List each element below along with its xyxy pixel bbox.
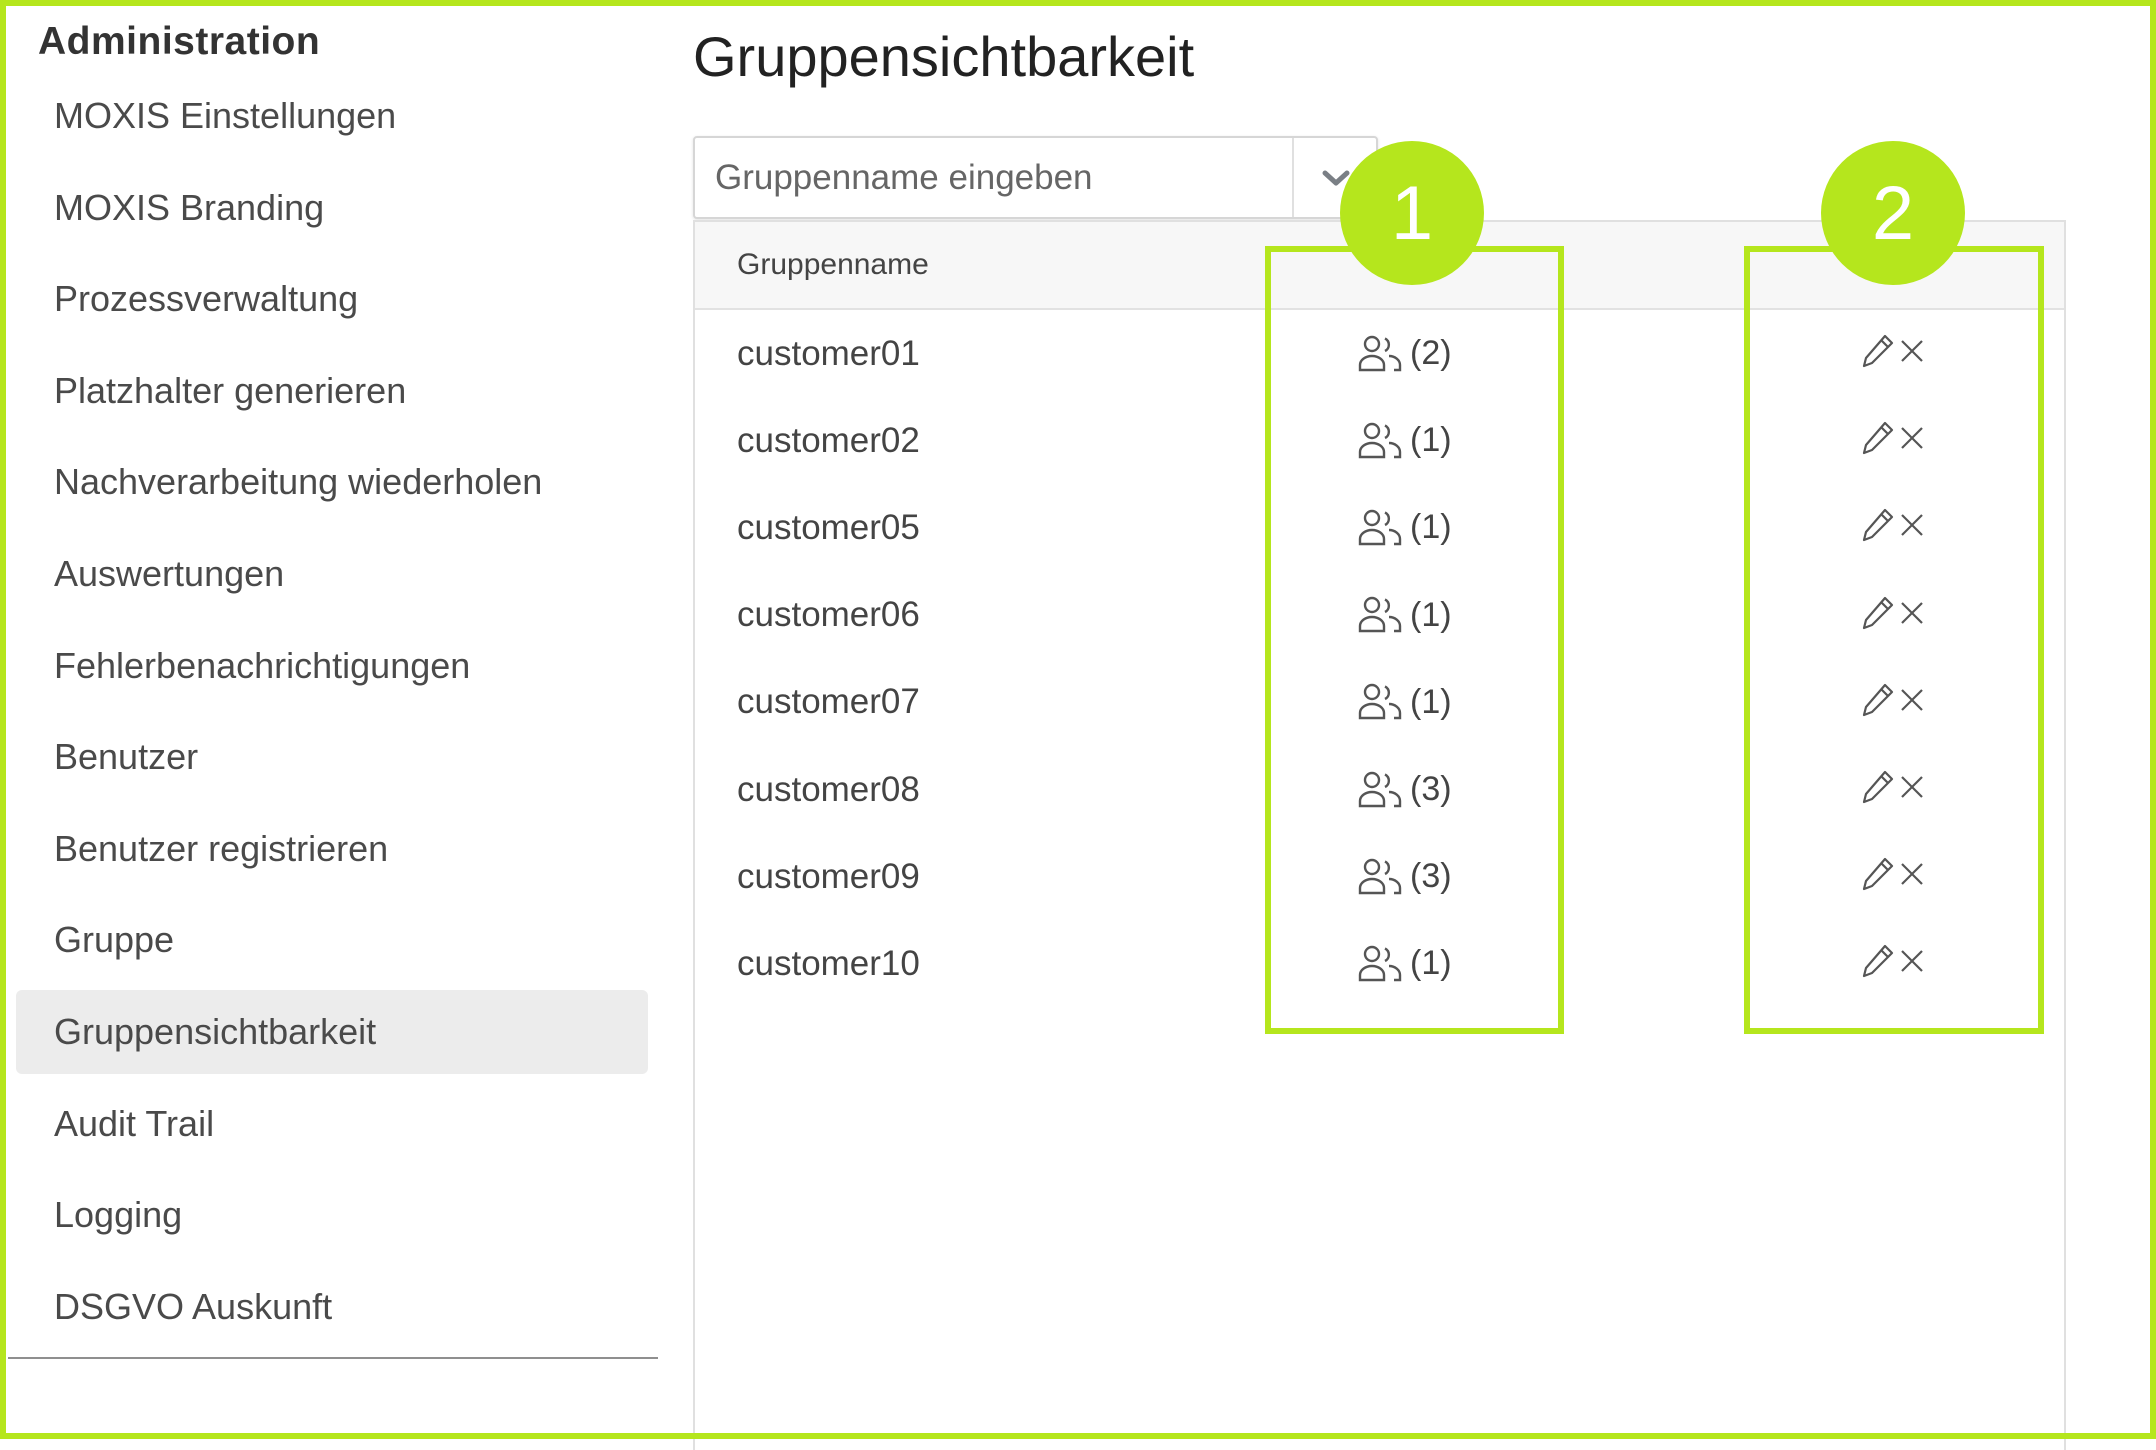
sidebar-item-platzhalter-generieren[interactable]: Platzhalter generieren: [16, 349, 648, 433]
sidebar-item-label: MOXIS Einstellungen: [54, 95, 397, 136]
sidebar-item-prozessverwaltung[interactable]: Prozessverwaltung: [16, 257, 648, 341]
sidebar-item-fehlerbenachrichtigungen[interactable]: Fehlerbenachrichtigungen: [16, 624, 648, 708]
sidebar-item-gruppe[interactable]: Gruppe: [16, 898, 648, 982]
sidebar-item-moxis-einstellungen[interactable]: MOXIS Einstellungen: [16, 74, 648, 158]
page-title: Gruppensichtbarkeit: [693, 25, 1195, 88]
highlight-box-actions: [1744, 246, 2044, 1034]
group-name-cell: customer07: [737, 682, 920, 722]
group-name-cell: customer06: [737, 595, 920, 635]
column-header-group-name[interactable]: Gruppenname: [737, 222, 929, 308]
sidebar-item-label: DSGVO Auskunft: [54, 1285, 333, 1327]
sidebar-item-dsgvo-auskunft[interactable]: DSGVO Auskunft: [16, 1265, 648, 1349]
sidebar-item-label: Benutzer registrieren: [54, 827, 389, 869]
group-search-combobox[interactable]: [693, 136, 1378, 219]
sidebar-item-label: Nachverarbeitung wiederholen: [54, 461, 543, 503]
sidebar-item-nachverarbeitung-wiederholen[interactable]: Nachverarbeitung wiederholen: [16, 440, 648, 524]
sidebar-title: Administration: [38, 20, 321, 63]
sidebar-item-gruppensichtbarkeit[interactable]: Gruppensichtbarkeit: [16, 990, 648, 1074]
sidebar-item-label: Fehlerbenachrichtigungen: [54, 644, 471, 686]
sidebar-item-label: MOXIS Branding: [54, 186, 325, 228]
sidebar-item-label: Auswertungen: [54, 553, 285, 594]
sidebar-item-benutzer[interactable]: Benutzer: [16, 715, 648, 799]
sidebar-item-auswertungen[interactable]: Auswertungen: [16, 532, 648, 616]
group-search-input[interactable]: [695, 138, 1291, 217]
group-name-cell: customer08: [737, 769, 920, 809]
sidebar-item-label: Audit Trail: [54, 1102, 215, 1144]
sidebar-item-label: Prozessverwaltung: [54, 278, 359, 320]
group-name-cell: customer02: [737, 420, 920, 460]
sidebar-item-moxis-branding[interactable]: MOXIS Branding: [16, 166, 648, 250]
sidebar-item-logging[interactable]: Logging: [16, 1173, 648, 1257]
sidebar-item-audit-trail[interactable]: Audit Trail: [16, 1082, 648, 1166]
group-name-cell: customer01: [737, 333, 920, 373]
sidebar-item-label: Gruppe: [54, 919, 175, 961]
annotation-marker-1: 1: [1340, 141, 1484, 285]
group-name-cell: customer10: [737, 943, 920, 983]
sidebar-divider: [8, 1357, 658, 1359]
sidebar-item-label: Gruppensichtbarkeit: [54, 1011, 377, 1052]
group-name-cell: customer05: [737, 507, 920, 547]
sidebar-item-label: Platzhalter generieren: [54, 369, 407, 411]
highlight-box-members: [1265, 246, 1564, 1034]
annotation-marker-2: 2: [1821, 141, 1965, 285]
group-name-cell: customer09: [737, 856, 920, 896]
sidebar-item-label: Logging: [54, 1194, 183, 1236]
sidebar-item-benutzer-registrieren[interactable]: Benutzer registrieren: [16, 807, 648, 891]
sidebar-item-label: Benutzer: [54, 736, 199, 778]
